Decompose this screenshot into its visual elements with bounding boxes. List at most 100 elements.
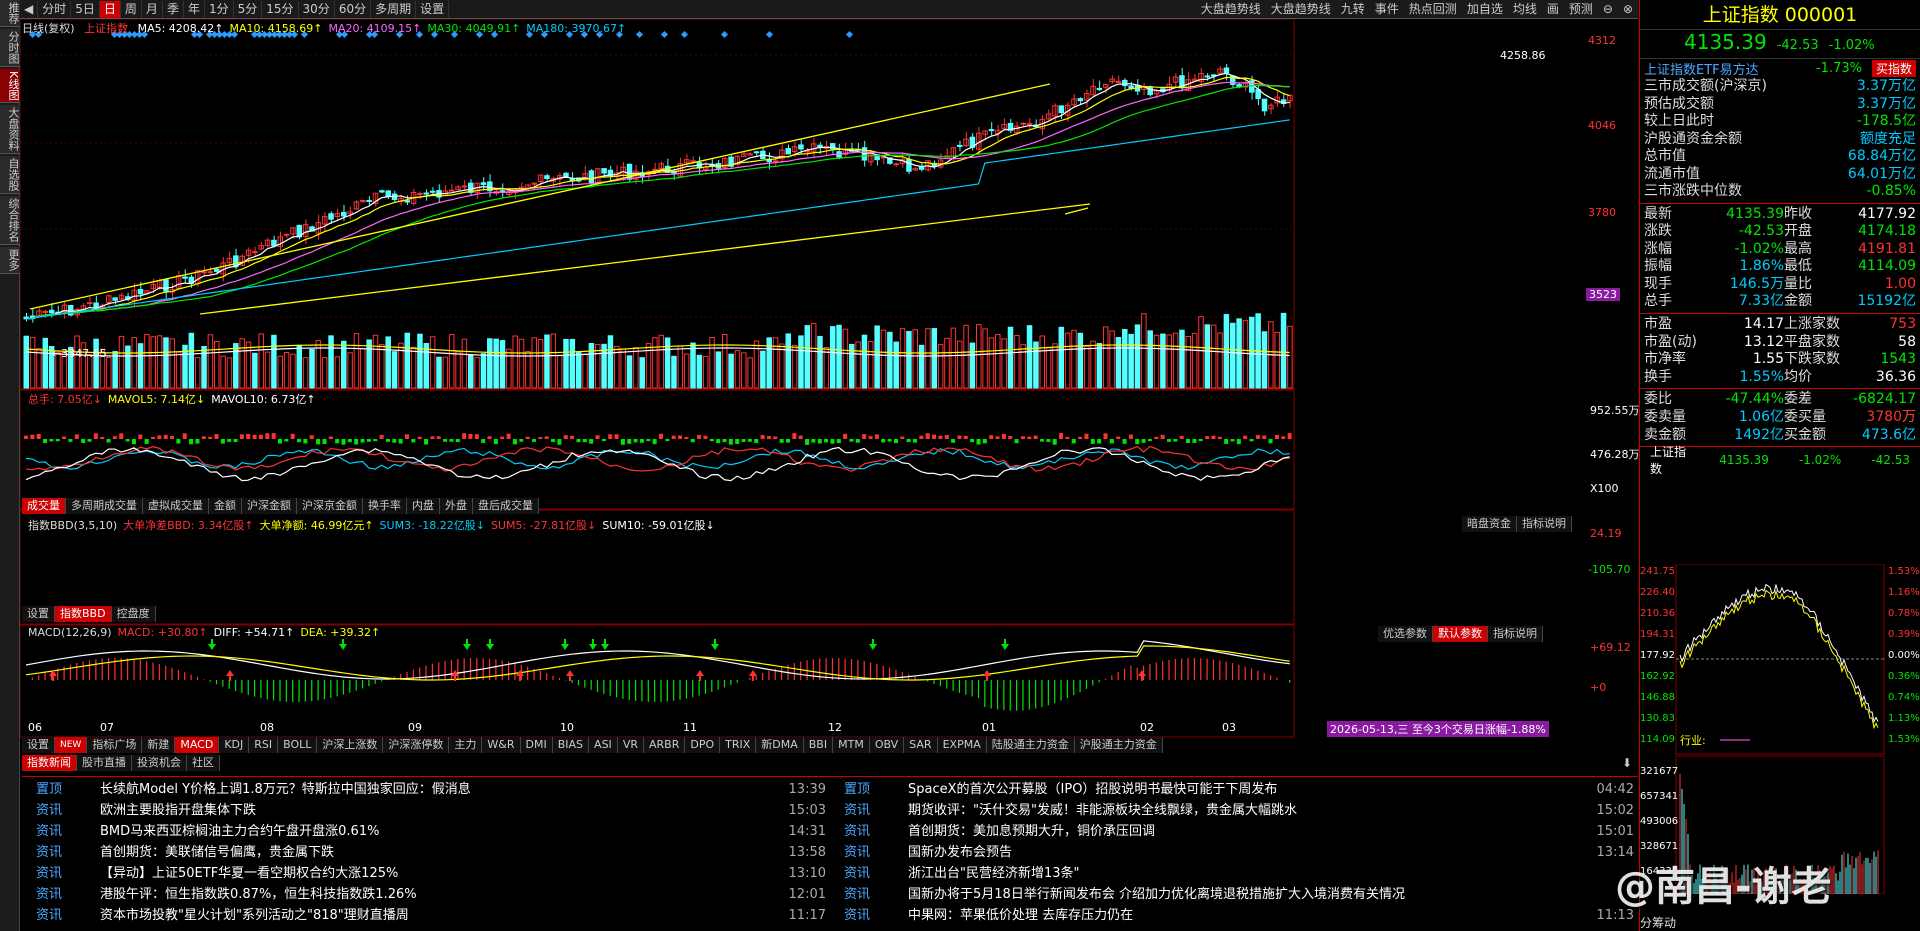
tab[interactable]: OBV bbox=[869, 737, 905, 753]
period-tab[interactable]: 5分 bbox=[234, 0, 263, 18]
period-tab[interactable]: 1分 bbox=[205, 0, 234, 18]
leftbar-tab[interactable]: 大盘资料 bbox=[0, 105, 20, 155]
news-title[interactable]: 【异动】上证50ETF华夏一看空期权合约大涨125% bbox=[100, 863, 780, 884]
tab[interactable]: SAR bbox=[904, 737, 938, 753]
period-tab[interactable]: 60分 bbox=[335, 0, 372, 18]
news-item[interactable]: 置顶 SpaceX的首次公开募股（IPO）招股说明书最快可能于下周发布 04:42 bbox=[830, 779, 1638, 800]
news-item[interactable]: 资讯 欧洲主要股指开盘集体下跌 15:03 bbox=[22, 800, 830, 821]
tab[interactable]: 主力 bbox=[449, 737, 483, 753]
period-tab[interactable]: 设置 bbox=[416, 0, 450, 18]
tab[interactable]: 新建 bbox=[142, 737, 176, 753]
period-tab[interactable]: 15分 bbox=[262, 0, 299, 18]
tab[interactable]: W&R bbox=[482, 737, 521, 753]
period-tab[interactable]: 分时 bbox=[38, 0, 72, 18]
download-icon[interactable]: ⬇ bbox=[1622, 756, 1632, 770]
back-icon[interactable]: ◀ bbox=[20, 0, 39, 18]
period-tab[interactable]: 季 bbox=[163, 0, 184, 18]
leftbar-tab[interactable]: 更多 bbox=[0, 247, 20, 275]
top-tool-button[interactable]: 热点回测 bbox=[1404, 1, 1462, 18]
top-tool-button[interactable]: 九转 bbox=[1336, 1, 1370, 18]
tab[interactable]: DPO bbox=[685, 737, 721, 753]
period-tab[interactable]: 5日 bbox=[71, 0, 100, 18]
tab[interactable]: 动 bbox=[1664, 914, 1676, 931]
kline-mode-label[interactable]: 日线(复权) bbox=[22, 22, 75, 35]
tab[interactable]: TRIX bbox=[720, 737, 757, 753]
leftbar-tab[interactable]: 推荐 bbox=[0, 0, 20, 27]
news-item[interactable]: 资讯 国新办将于5月18日举行新闻发布会 介绍加力优化离境退税措施扩大入境消费有关… bbox=[830, 884, 1638, 905]
top-tool-button[interactable]: 加自选 bbox=[1462, 1, 1508, 18]
tab[interactable]: 成交量 bbox=[22, 498, 66, 514]
leftbar-tab[interactable]: 分时图 bbox=[0, 29, 20, 67]
tab[interactable]: 多周期成交量 bbox=[66, 498, 143, 514]
news-item[interactable]: 资讯 国新办发布会预告 13:14 bbox=[830, 842, 1638, 863]
news-item[interactable]: 资讯 期货收评："沃什交易"发威！非能源板块全线飘绿，贵金属大幅跳水 15:02 bbox=[830, 800, 1638, 821]
tab[interactable]: 外盘 bbox=[440, 498, 473, 514]
tab[interactable]: EXPMA bbox=[937, 737, 987, 753]
tab[interactable]: VR bbox=[617, 737, 644, 753]
news-title[interactable]: 期货收评："沃什交易"发威！非能源板块全线飘绿，贵金属大幅跳水 bbox=[908, 800, 1588, 821]
leftbar-tab[interactable]: K线图 bbox=[0, 69, 20, 104]
period-tab[interactable]: 周 bbox=[121, 0, 142, 18]
period-tab[interactable]: 年 bbox=[184, 0, 205, 18]
tab[interactable]: KDJ bbox=[219, 737, 250, 753]
tab[interactable]: 设置 bbox=[22, 606, 55, 622]
etf-link[interactable]: 上证指数ETF易方达 bbox=[1644, 59, 1816, 78]
tab[interactable]: 沪深京金额 bbox=[297, 498, 363, 514]
tab[interactable]: MTM bbox=[833, 737, 870, 753]
tab[interactable]: ASI bbox=[589, 737, 618, 753]
tab[interactable]: 默认参数 bbox=[1433, 626, 1488, 642]
tab[interactable]: NEW bbox=[55, 737, 88, 753]
tab[interactable]: 沪深金额 bbox=[242, 498, 297, 514]
leftbar-tab[interactable]: 综合排名 bbox=[0, 196, 20, 246]
tab[interactable]: ARBR bbox=[643, 737, 686, 753]
tab[interactable]: 指数BBD bbox=[55, 606, 112, 622]
news-title[interactable]: 欧洲主要股指开盘集体下跌 bbox=[100, 800, 780, 821]
period-tab[interactable]: 30分 bbox=[299, 0, 335, 18]
tab[interactable]: 优选参数 bbox=[1378, 626, 1433, 642]
tab[interactable]: DMI bbox=[520, 737, 553, 753]
tab[interactable]: 新DMA bbox=[756, 737, 804, 753]
tab[interactable]: 盘后成交量 bbox=[473, 498, 539, 514]
news-title[interactable]: 港股午评：恒生指数跌0.87%，恒生科技指数跌1.26% bbox=[100, 884, 780, 905]
top-tool-button[interactable]: 大盘趋势线 bbox=[1266, 1, 1336, 18]
tab[interactable]: 筹 bbox=[1652, 914, 1664, 931]
news-item[interactable]: 资讯 首创期货：美联储信号偏鹰，贵金属下跌 13:58 bbox=[22, 842, 830, 863]
period-tab[interactable]: 日 bbox=[99, 0, 121, 18]
buy-index-button[interactable]: 买指数 bbox=[1871, 60, 1916, 77]
tab[interactable]: 指标说明 bbox=[1517, 516, 1572, 532]
period-tab[interactable]: 多周期 bbox=[371, 0, 417, 18]
tab[interactable]: 沪深上涨数 bbox=[317, 737, 384, 753]
top-tool-button[interactable]: 大盘趋势线 bbox=[1196, 1, 1266, 18]
close-icon[interactable]: ⊗ bbox=[1618, 1, 1638, 18]
news-title[interactable]: 首创期货：美联储信号偏鹰，贵金属下跌 bbox=[100, 842, 780, 863]
news-item[interactable]: 资讯 浙江出台"民营经济新增13条" bbox=[830, 863, 1638, 884]
tab[interactable]: 投资机会 bbox=[132, 755, 187, 771]
tab[interactable]: 沪股通主力资金 bbox=[1074, 737, 1163, 753]
leftbar-tab[interactable]: 自选股 bbox=[0, 156, 20, 195]
tab[interactable]: 指标广场 bbox=[87, 737, 143, 753]
news-title[interactable]: 首创期货：美加息预期大升，铜价承压回调 bbox=[908, 821, 1588, 842]
news-title[interactable]: 浙江出台"民营经济新增13条" bbox=[908, 863, 1588, 884]
top-tool-button[interactable]: 事件 bbox=[1370, 1, 1404, 18]
tab[interactable]: 指数新闻 bbox=[22, 755, 77, 771]
tab[interactable]: MACD bbox=[175, 737, 220, 753]
news-title[interactable]: BMD马来西亚棕榈油主力合约午盘开盘涨0.61% bbox=[100, 821, 780, 842]
tab[interactable]: 社区 bbox=[187, 755, 220, 771]
tab[interactable]: 换手率 bbox=[363, 498, 407, 514]
top-tool-button[interactable]: 预测 bbox=[1564, 1, 1598, 18]
tab[interactable]: 暗盘资金 bbox=[1462, 516, 1517, 532]
tab[interactable]: 内盘 bbox=[407, 498, 440, 514]
news-item[interactable]: 资讯 首创期货：美加息预期大升，铜价承压回调 15:01 bbox=[830, 821, 1638, 842]
news-title[interactable]: 国新办发布会预告 bbox=[908, 842, 1588, 863]
news-item[interactable]: 资讯 港股午评：恒生指数跌0.87%，恒生科技指数跌1.26% 12:01 bbox=[22, 884, 830, 905]
tab[interactable]: 设置 bbox=[22, 737, 55, 753]
tab[interactable]: RSI bbox=[249, 737, 279, 753]
tab[interactable]: 指标说明 bbox=[1488, 626, 1543, 642]
news-item[interactable]: 资讯 中果网：苹果低价处理 去库存压力仍在 11:13 bbox=[830, 905, 1638, 926]
top-tool-button[interactable]: 画 bbox=[1542, 1, 1564, 18]
news-item[interactable]: 资讯 BMD马来西亚棕榈油主力合约午盘开盘涨0.61% 14:31 bbox=[22, 821, 830, 842]
tab[interactable]: 股市直播 bbox=[77, 755, 132, 771]
tab[interactable]: 分 bbox=[1640, 914, 1652, 931]
tab[interactable]: 虚拟成交量 bbox=[143, 498, 209, 514]
tab[interactable]: 沪深涨停数 bbox=[383, 737, 450, 753]
